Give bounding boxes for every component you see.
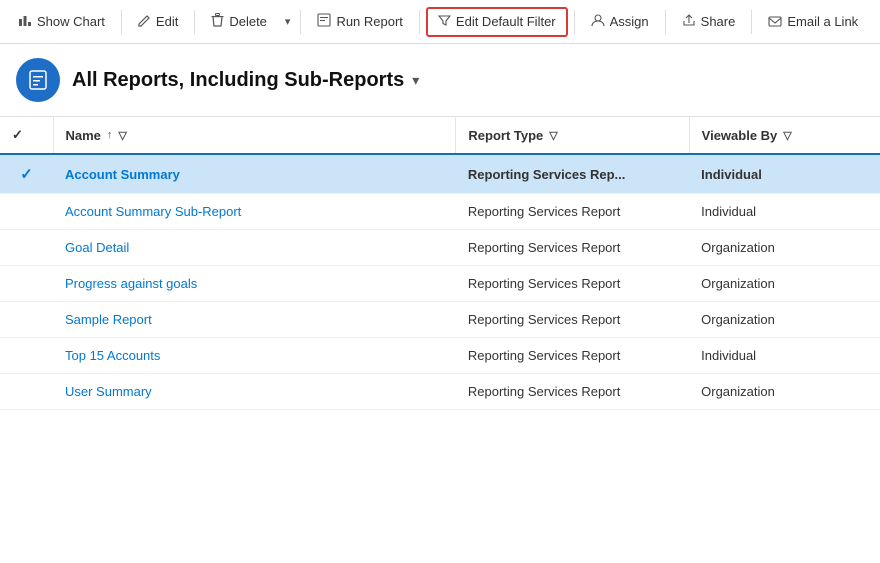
viewable-by-value: Individual — [701, 167, 762, 182]
row-check-cell[interactable] — [0, 338, 53, 374]
edit-button[interactable]: Edit — [128, 9, 188, 35]
divider-4 — [419, 10, 420, 34]
report-type-value: Reporting Services Report — [468, 348, 620, 363]
row-name-cell[interactable]: Progress against goals — [53, 266, 456, 302]
report-type-value: Reporting Services Report — [468, 276, 620, 291]
more-actions-button[interactable]: ▾ — [281, 10, 295, 33]
row-name-cell[interactable]: Goal Detail — [53, 230, 456, 266]
table-row[interactable]: Progress against goals Reporting Services… — [0, 266, 880, 302]
report-type-value: Reporting Services Report — [468, 240, 620, 255]
assign-button[interactable]: Assign — [581, 9, 659, 35]
edit-icon — [138, 14, 151, 30]
col-header-report-type: Report Type ▽ — [456, 117, 689, 154]
viewable-by-value: Organization — [701, 240, 775, 255]
viewable-by-value: Individual — [701, 204, 756, 219]
chart-icon — [18, 13, 32, 30]
row-check-cell[interactable] — [0, 194, 53, 230]
title-dropdown-arrow[interactable]: ▾ — [412, 72, 419, 89]
viewable-by-value: Organization — [701, 312, 775, 327]
divider-5 — [574, 10, 575, 34]
table-row[interactable]: Account Summary Sub-Report Reporting Serv… — [0, 194, 880, 230]
row-type-cell: Reporting Services Report — [456, 194, 689, 230]
row-viewable-cell: Organization — [689, 302, 880, 338]
table-row[interactable]: Top 15 Accounts Reporting Services Report… — [0, 338, 880, 374]
reports-table: ✓ Name ↑ ▽ Report Type ▽ — [0, 117, 880, 410]
table-row[interactable]: User Summary Reporting Services Report Org… — [0, 374, 880, 410]
report-type-value: Reporting Services Report — [468, 204, 620, 219]
row-check-cell[interactable] — [0, 266, 53, 302]
row-check-cell[interactable]: ✓ — [0, 154, 53, 194]
table-header-row: ✓ Name ↑ ▽ Report Type ▽ — [0, 117, 880, 154]
share-icon — [682, 14, 696, 30]
row-check-cell[interactable] — [0, 374, 53, 410]
report-name-link[interactable]: Progress against goals — [65, 276, 197, 291]
run-report-icon — [317, 13, 331, 30]
email-link-button[interactable]: Email a Link — [758, 9, 868, 35]
report-name-link[interactable]: User Summary — [65, 384, 152, 399]
viewable-by-value: Organization — [701, 276, 775, 291]
report-name-link[interactable]: Goal Detail — [65, 240, 129, 255]
title-row: All Reports, Including Sub-Reports ▾ — [72, 69, 419, 92]
reports-table-container: ✓ Name ↑ ▽ Report Type ▽ — [0, 117, 880, 554]
report-type-value: Reporting Services Rep... — [468, 167, 626, 182]
row-type-cell: Reporting Services Report — [456, 266, 689, 302]
header-icon — [16, 58, 60, 102]
page-header: All Reports, Including Sub-Reports ▾ — [0, 44, 880, 117]
row-type-cell: Reporting Services Report — [456, 374, 689, 410]
table-row[interactable]: Goal Detail Reporting Services Report Orga… — [0, 230, 880, 266]
report-name-link[interactable]: Account Summary — [65, 167, 180, 182]
row-viewable-cell: Organization — [689, 374, 880, 410]
report-name-link[interactable]: Sample Report — [65, 312, 152, 327]
row-viewable-cell: Individual — [689, 194, 880, 230]
divider-2 — [194, 10, 195, 34]
row-type-cell: Reporting Services Report — [456, 338, 689, 374]
divider-3 — [300, 10, 301, 34]
delete-button[interactable]: Delete — [201, 8, 277, 35]
table-row[interactable]: Sample Report Reporting Services Report Or… — [0, 302, 880, 338]
page-title: All Reports, Including Sub-Reports — [72, 69, 404, 92]
row-type-cell: Reporting Services Report — [456, 230, 689, 266]
share-button[interactable]: Share — [672, 9, 746, 35]
filter-funnel-icon — [438, 14, 451, 30]
viewable-by-value: Organization — [701, 384, 775, 399]
run-report-button[interactable]: Run Report — [307, 8, 412, 35]
toolbar: Show Chart Edit Delete ▾ Run Report Edit… — [0, 0, 880, 44]
delete-icon — [211, 13, 224, 30]
report-name-link[interactable]: Top 15 Accounts — [65, 348, 160, 363]
type-filter-icon[interactable]: ▽ — [549, 129, 557, 142]
col-header-check: ✓ — [0, 117, 53, 154]
report-name-link[interactable]: Account Summary Sub-Report — [65, 204, 241, 219]
row-viewable-cell: Individual — [689, 338, 880, 374]
edit-default-filter-button[interactable]: Edit Default Filter — [426, 7, 568, 37]
row-viewable-cell: Individual — [689, 154, 880, 194]
row-viewable-cell: Organization — [689, 266, 880, 302]
viewable-by-value: Individual — [701, 348, 756, 363]
check-mark: ✓ — [20, 166, 33, 183]
assign-person-icon — [591, 14, 605, 30]
row-viewable-cell: Organization — [689, 230, 880, 266]
name-filter-icon[interactable]: ▽ — [118, 129, 126, 142]
report-type-value: Reporting Services Report — [468, 312, 620, 327]
table-row[interactable]: ✓ Account Summary Reporting Services Rep..… — [0, 154, 880, 194]
col-header-viewable-by: Viewable By ▽ — [689, 117, 880, 154]
row-name-cell[interactable]: Top 15 Accounts — [53, 338, 456, 374]
row-check-cell[interactable] — [0, 230, 53, 266]
row-type-cell: Reporting Services Report — [456, 302, 689, 338]
row-name-cell[interactable]: User Summary — [53, 374, 456, 410]
table-body: ✓ Account Summary Reporting Services Rep..… — [0, 154, 880, 410]
email-icon — [768, 14, 782, 30]
col-header-name: Name ↑ ▽ — [53, 117, 456, 154]
row-check-cell[interactable] — [0, 302, 53, 338]
row-type-cell: Reporting Services Rep... — [456, 154, 689, 194]
show-chart-button[interactable]: Show Chart — [8, 8, 115, 35]
row-name-cell[interactable]: Account Summary Sub-Report — [53, 194, 456, 230]
divider-7 — [751, 10, 752, 34]
viewable-filter-icon[interactable]: ▽ — [783, 129, 791, 142]
report-type-value: Reporting Services Report — [468, 384, 620, 399]
name-sort-icon[interactable]: ↑ — [107, 129, 113, 141]
row-name-cell[interactable]: Account Summary — [53, 154, 456, 194]
row-name-cell[interactable]: Sample Report — [53, 302, 456, 338]
divider-6 — [665, 10, 666, 34]
divider-1 — [121, 10, 122, 34]
